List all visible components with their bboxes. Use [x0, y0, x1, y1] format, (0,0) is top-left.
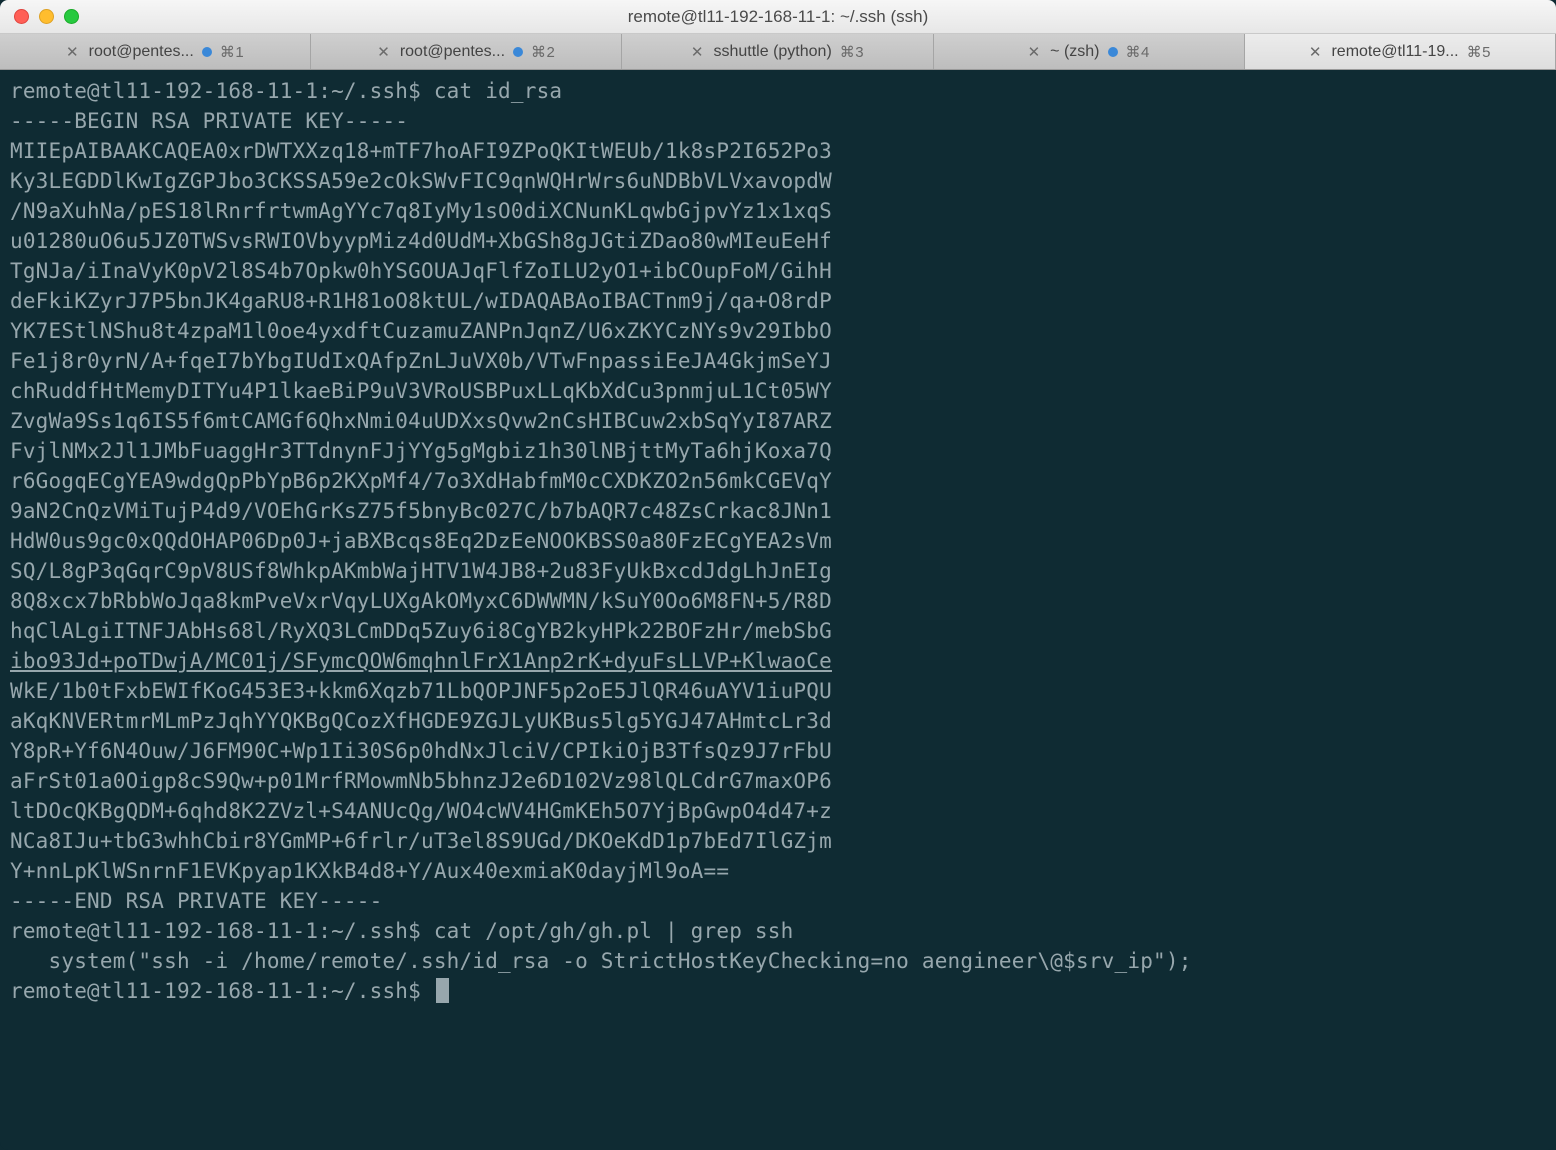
tab-shortcut: ⌘3 [840, 43, 864, 61]
terminal-line: deFkiKZyrJ7P5bnJK4gaRU8+R1H81oO8ktUL/wID… [10, 286, 1546, 316]
tab-1[interactable]: ✕ root@pentes... ⌘1 [0, 34, 311, 69]
terminal-line: aFrSt01a0Oigp8cS9Qw+p01MrfRMowmNb5bhnzJ2… [10, 766, 1546, 796]
tab-shortcut: ⌘4 [1126, 43, 1150, 61]
terminal-cursor [436, 978, 449, 1003]
terminal-line: Y8pR+Yf6N4Ouw/J6FM90C+Wp1Ii30S6p0hdNxJlc… [10, 736, 1546, 766]
terminal-line: system("ssh -i /home/remote/.ssh/id_rsa … [10, 946, 1546, 976]
tab-activity-indicator-icon [202, 47, 212, 57]
terminal-line: SQ/L8gP3qGqrC9pV8USf8WhkpAKmbWajHTV1W4JB… [10, 556, 1546, 586]
terminal-line: Ky3LEGDDlKwIgZGPJbo3CKSSA59e2cOkSWvFIC9q… [10, 166, 1546, 196]
tab-shortcut: ⌘1 [220, 43, 244, 61]
tab-3[interactable]: ✕ sshuttle (python) ⌘3 [622, 34, 933, 69]
tab-label: sshuttle (python) [713, 43, 831, 61]
window-controls [14, 9, 79, 24]
terminal-line: WkE/1b0tFxbEWIfKoG453E3+kkm6Xqzb71LbQOPJ… [10, 676, 1546, 706]
terminal-line: YK7EStlNShu8t4zpaM1l0oe4yxdftCuzamuZANPn… [10, 316, 1546, 346]
terminal-line: hqClALgiITNFJAbHs68l/RyXQ3LCmDDq5Zuy6i8C… [10, 616, 1546, 646]
terminal-line: ibo93Jd+poTDwjA/MC01j/SFymcQOW6mqhnlFrX1… [10, 646, 1546, 676]
terminal-line: 9aN2CnQzVMiTujP4d9/VOEhGrKsZ75f5bnyBc027… [10, 496, 1546, 526]
terminal-line: /N9aXuhNa/pES18lRnrfrtwmAgYYc7q8IyMy1sO0… [10, 196, 1546, 226]
terminal-window: remote@tl11-192-168-11-1: ~/.ssh (ssh) ✕… [0, 0, 1556, 1150]
terminal-line: aKqKNVERtmrMLmPzJqhYYQKBgQCozXfHGDE9ZGJL… [10, 706, 1546, 736]
zoom-window-icon[interactable] [64, 9, 79, 24]
terminal-line: -----END RSA PRIVATE KEY----- [10, 886, 1546, 916]
tab-shortcut: ⌘5 [1467, 43, 1491, 61]
terminal-line: remote@tl11-192-168-11-1:~/.ssh$ [10, 976, 1546, 1006]
terminal-line: FvjlNMx2Jl1JMbFuaggHr3TTdnynFJjYYg5gMgbi… [10, 436, 1546, 466]
terminal-line: MIIEpAIBAAKCAQEA0xrDWTXXzq18+mTF7hoAFI9Z… [10, 136, 1546, 166]
tab-close-icon[interactable]: ✕ [377, 43, 390, 61]
terminal-line: HdW0us9gc0xQQdOHAP06Dp0J+jaBXBcqs8Eq2DzE… [10, 526, 1546, 556]
terminal-line: r6GogqECgYEA9wdgQpPbYpB6p2KXpMf4/7o3XdHa… [10, 466, 1546, 496]
tab-close-icon[interactable]: ✕ [1309, 43, 1322, 61]
terminal-line: remote@tl11-192-168-11-1:~/.ssh$ cat /op… [10, 916, 1546, 946]
titlebar: remote@tl11-192-168-11-1: ~/.ssh (ssh) [0, 0, 1556, 34]
minimize-window-icon[interactable] [39, 9, 54, 24]
terminal-line: ltDOcQKBgQDM+6qhd8K2ZVzl+S4ANUcQg/WO4cWV… [10, 796, 1546, 826]
terminal-output[interactable]: remote@tl11-192-168-11-1:~/.ssh$ cat id_… [0, 70, 1556, 1150]
terminal-line: ZvgWa9Ss1q6IS5f6mtCAMGf6QhxNmi04uUDXxsQv… [10, 406, 1546, 436]
tab-label: root@pentes... [89, 43, 194, 61]
window-title: remote@tl11-192-168-11-1: ~/.ssh (ssh) [0, 7, 1556, 27]
close-window-icon[interactable] [14, 9, 29, 24]
tab-close-icon[interactable]: ✕ [66, 43, 79, 61]
terminal-line: -----BEGIN RSA PRIVATE KEY----- [10, 106, 1546, 136]
terminal-line: TgNJa/iInaVyK0pV2l8S4b7Opkw0hYSGOUAJqFlf… [10, 256, 1546, 286]
terminal-line: 8Q8xcx7bRbbWoJqa8kmPveVxrVqyLUXgAkOMyxC6… [10, 586, 1546, 616]
tab-close-icon[interactable]: ✕ [1028, 43, 1041, 61]
terminal-line: remote@tl11-192-168-11-1:~/.ssh$ cat id_… [10, 76, 1546, 106]
tab-activity-indicator-icon [513, 47, 523, 57]
terminal-line: Y+nnLpKlWSnrnF1EVKpyap1KXkB4d8+Y/Aux40ex… [10, 856, 1546, 886]
tab-label: ~ (zsh) [1050, 43, 1099, 61]
tab-shortcut: ⌘2 [531, 43, 555, 61]
terminal-line: u01280uO6u5JZ0TWSvsRWIOVbyypMiz4d0UdM+Xb… [10, 226, 1546, 256]
tab-5[interactable]: ✕ remote@tl11-19... ⌘5 [1245, 34, 1556, 69]
tab-label: root@pentes... [400, 43, 505, 61]
tab-bar: ✕ root@pentes... ⌘1 ✕ root@pentes... ⌘2 ✕ sshut… [0, 34, 1556, 70]
tab-4[interactable]: ✕ ~ (zsh) ⌘4 [934, 34, 1245, 69]
terminal-line: NCa8IJu+tbG3whhCbir8YGmMP+6frlr/uT3el8S9… [10, 826, 1546, 856]
terminal-line: Fe1j8r0yrN/A+fqeI7bYbgIUdIxQAfpZnLJuVX0b… [10, 346, 1546, 376]
tab-activity-indicator-icon [1108, 47, 1118, 57]
terminal-line: chRuddfHtMemyDITYu4P1lkaeBiP9uV3VRoUSBPu… [10, 376, 1546, 406]
tab-close-icon[interactable]: ✕ [691, 43, 704, 61]
tab-label: remote@tl11-19... [1331, 43, 1458, 61]
tab-2[interactable]: ✕ root@pentes... ⌘2 [311, 34, 622, 69]
